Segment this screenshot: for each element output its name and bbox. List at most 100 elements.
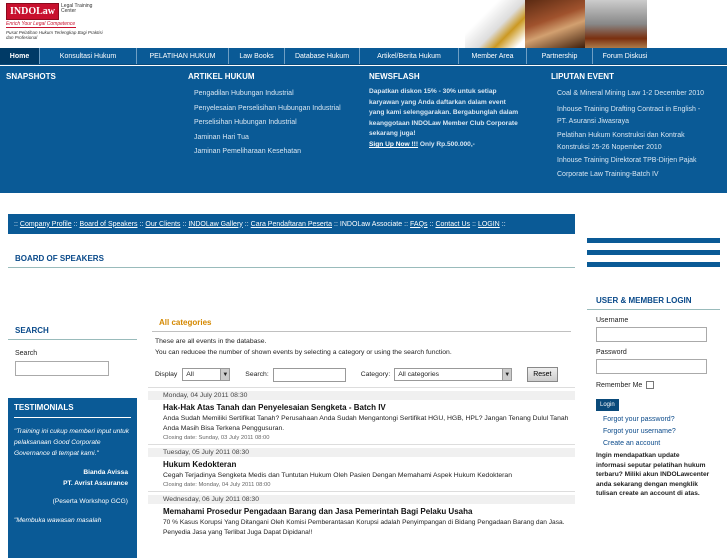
event-item: Monday, 04 July 2011 08:30 Hak-Hak Atas …: [148, 387, 575, 444]
event-closing-date: Closing date: Sunday, 03 July 2011 08:00: [163, 435, 270, 441]
events-search-input[interactable]: [272, 367, 346, 382]
artikel-link[interactable]: Pengadilan Hubungan Industrial: [194, 87, 341, 102]
header-photo-gavel: [465, 0, 527, 48]
nav-law-books[interactable]: Law Books: [229, 48, 285, 64]
remember-label: Remember Me: [596, 381, 643, 389]
liputan-link[interactable]: Inhouse Training Drafting Contract in En…: [557, 104, 704, 116]
intro-line: These are all events in the database.: [155, 338, 267, 345]
search-title: SEARCH: [8, 310, 137, 340]
display-label: Display: [155, 371, 178, 378]
logo-tagline: Enrich Your Legal Competence: [6, 21, 76, 28]
liputan-title: LIPUTAN EVENT: [551, 72, 614, 81]
reset-button[interactable]: Reset: [527, 367, 558, 382]
forgot-password-link[interactable]: Forgot your password?: [587, 411, 720, 423]
snapshots-column: SNAPSHOTS: [6, 72, 56, 87]
decor-bar: [587, 250, 720, 255]
nav-home[interactable]: Home: [0, 48, 40, 64]
category-title: All categories: [152, 310, 571, 332]
event-title[interactable]: Hak-Hak Atas Tanah dan Penyelesaian Seng…: [163, 403, 569, 412]
testimonials-title: TESTIMONIALS: [14, 398, 131, 418]
display-select[interactable]: All ▼: [182, 368, 231, 381]
subnav-our-clients[interactable]: Our Clients: [145, 221, 180, 228]
subnav-gallery[interactable]: INDOLaw Gallery: [188, 221, 242, 228]
username-input[interactable]: [596, 327, 707, 342]
testimonial-quote: "Training ini cukup memberi input untuk …: [14, 426, 131, 459]
artikel-link[interactable]: Jaminan Hari Tua: [194, 131, 341, 146]
event-date: Monday, 04 July 2011 08:30: [148, 391, 575, 400]
create-account-link[interactable]: Create an account: [587, 435, 720, 447]
logo-wordmark: INDOLaw: [6, 3, 60, 20]
liputan-column: LIPUTAN EVENT Coal & Mineral Mining Law …: [551, 72, 704, 183]
liputan-link[interactable]: Coal & Mineral Mining Law 1-2 December 2…: [557, 87, 704, 102]
nav-pelatihan-hukum[interactable]: PELATIHAN HUKUM: [137, 48, 229, 64]
liputan-link[interactable]: PT. Asuransi Jiwasraya: [557, 116, 704, 128]
liputan-link[interactable]: Inhouse Training Direktorat TPB-Dirjen P…: [557, 154, 704, 169]
remember-checkbox[interactable]: [646, 381, 655, 389]
sub-nav: :: Company Profile:: Board of Speakers:: …: [8, 214, 575, 234]
testimonial-quote-2: "Membuka wawasan masalah: [14, 517, 102, 524]
forgot-username-link[interactable]: Forgot your username?: [587, 423, 720, 435]
chevron-down-icon: ▼: [502, 369, 512, 380]
newsflash-line: Dapatkan diskon 15% - 30% untuk setiap: [369, 88, 497, 95]
artikel-link[interactable]: Jaminan Pemeliharaan Kesehatan: [194, 145, 341, 160]
category-value: All categories: [398, 371, 440, 378]
mega-panel: SNAPSHOTS ARTIKEL HUKUM Pengadilan Hubun…: [0, 65, 727, 193]
category-label: Category:: [360, 371, 391, 378]
artikel-title: ARTIKEL HUKUM: [188, 72, 255, 81]
right-sidebar: USER & MEMBER LOGIN Username Password Re…: [587, 290, 720, 499]
artikel-link[interactable]: Perselisihan Hubungan Industrial: [194, 116, 341, 131]
nav-partnership[interactable]: Partnership: [527, 48, 593, 64]
subnav-board-of-speakers[interactable]: Board of Speakers: [80, 221, 138, 228]
page-title: BOARD OF SPEAKERS: [15, 254, 104, 263]
artikel-link[interactable]: Penyelesaian Perselisihan Hubungan Indus…: [194, 102, 341, 117]
event-closing-date: Closing date: Monday, 04 July 2011 08:00: [163, 482, 271, 488]
liputan-link[interactable]: Corporate Law Training-Batch IV: [557, 168, 704, 183]
newsflash-line: keanggotaan INDOLaw Member Club Corporat…: [369, 119, 518, 127]
nav-forum-diskusi[interactable]: Forum Diskusi: [593, 48, 657, 64]
indolaw-logo[interactable]: INDOLaw Legal Training Center Enrich You…: [6, 3, 106, 45]
nav-member-area[interactable]: Member Area: [459, 48, 527, 64]
event-item: Tuesday, 05 July 2011 08:30 Hukum Kedokt…: [148, 444, 575, 491]
category-select[interactable]: All categories ▼: [394, 368, 513, 381]
chevron-down-icon: ▼: [220, 369, 230, 380]
logo-side-text: Legal Training Center: [61, 3, 93, 14]
subnav-company-profile[interactable]: Company Profile: [20, 221, 72, 228]
nav-konsultasi-hukum[interactable]: Konsultasi Hukum: [40, 48, 137, 64]
subnav-login[interactable]: LOGIN: [478, 221, 500, 228]
header-photo-books: [525, 0, 587, 48]
logo-subtitle: Pusat Pelatihan Hukum Terlengkap Bagi Pr…: [6, 30, 103, 40]
decor-bar: [587, 238, 720, 243]
testimonial-program: (Peserta Workshop GCG): [52, 498, 128, 505]
search-label: Search: [15, 350, 38, 357]
header-photo-hammer: [585, 0, 647, 48]
liputan-link[interactable]: Pelatihan Hukum Konstruksi dan Kontrak: [557, 130, 704, 142]
display-value: All: [186, 371, 194, 378]
testimonial-name: Bianda Avissa: [83, 469, 128, 476]
subnav-faqs[interactable]: FAQs: [410, 221, 428, 228]
signup-link[interactable]: Sign Up Now !!!: [369, 141, 418, 148]
newsflash-title: NEWSFLASH: [369, 72, 420, 81]
left-sidebar: SEARCH Search TESTIMONIALS "Training ini…: [8, 310, 137, 558]
snapshots-title: SNAPSHOTS: [6, 72, 56, 81]
events-panel: All categories These are all events in t…: [148, 310, 575, 541]
events-intro: These are all events in the database. Yo…: [148, 332, 575, 358]
event-title[interactable]: Hukum Kedokteran: [163, 460, 569, 469]
newsflash-line: sekarang juga!: [369, 130, 416, 138]
events-list: Monday, 04 July 2011 08:30 Hak-Hak Atas …: [148, 387, 575, 541]
login-button[interactable]: Login: [596, 399, 619, 411]
event-title[interactable]: Memahami Prosedur Pengadaan Barang dan J…: [163, 507, 569, 516]
liputan-link[interactable]: Konstruksi 25-26 Nopember 2010: [557, 142, 704, 154]
right-decor-bars: [587, 238, 720, 274]
subnav-associate[interactable]: INDOLaw Associate: [340, 221, 402, 228]
sidebar-search-input[interactable]: [15, 361, 109, 376]
testimonial-company: PT. Avrist Assurance: [63, 480, 128, 487]
password-label: Password: [596, 349, 627, 356]
register-info: Ingin mendapatkan update informasi seput…: [596, 452, 710, 497]
password-input[interactable]: [596, 359, 707, 374]
subnav-contact-us[interactable]: Contact Us: [435, 221, 470, 228]
nav-artikel-berita[interactable]: Artikel/Berita Hukum: [360, 48, 459, 64]
username-label: Username: [596, 317, 629, 324]
subnav-cara-pendaftaran[interactable]: Cara Pendaftaran Peserta: [251, 221, 332, 228]
newsflash-column: NEWSFLASH Dapatkan diskon 15% - 30% untu…: [369, 72, 518, 151]
nav-database-hukum[interactable]: Database Hukum: [285, 48, 360, 64]
